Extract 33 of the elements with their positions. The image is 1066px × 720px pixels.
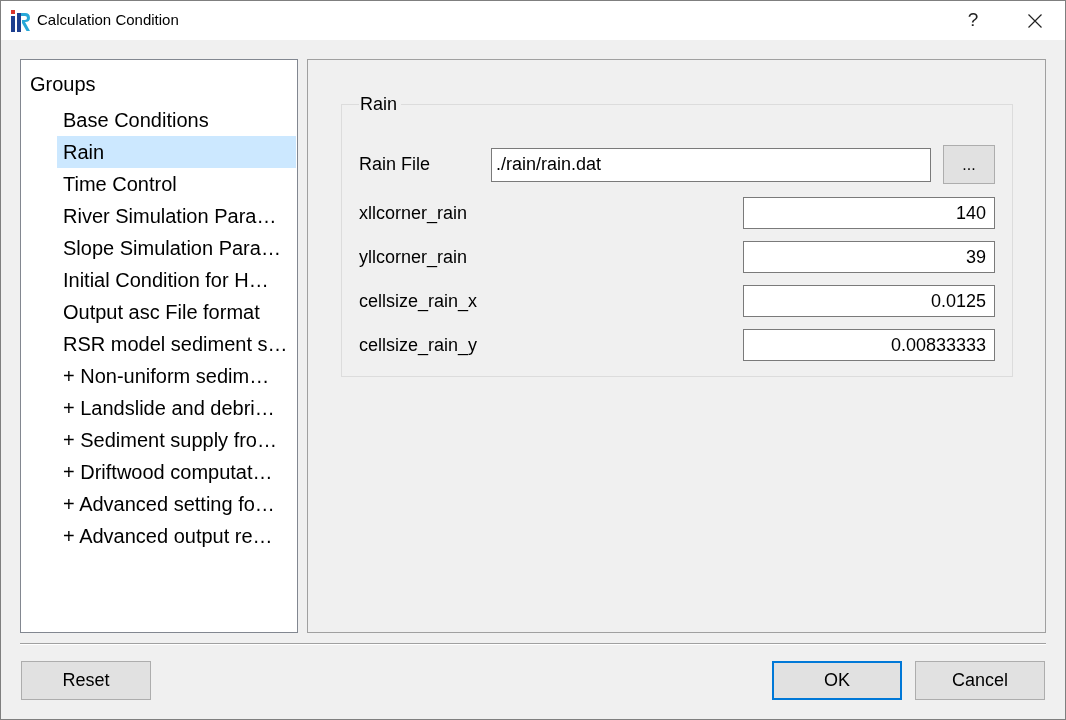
reset-button[interactable]: Reset xyxy=(21,661,151,700)
tree-item[interactable]: Rain xyxy=(57,136,296,168)
dialog-button[interactable]: Cancel xyxy=(915,661,1045,700)
tree-item[interactable]: River Simulation Para… xyxy=(57,200,296,232)
tree-root-item[interactable]: Groups xyxy=(21,68,297,100)
tree-item[interactable]: + Sediment supply fro… xyxy=(57,424,296,456)
app-logo-icon xyxy=(11,9,31,32)
tree-item[interactable]: RSR model sediment s… xyxy=(57,328,296,360)
number-field[interactable]: 39 xyxy=(743,241,995,273)
file-path-field[interactable]: ./rain/rain.dat xyxy=(491,147,931,182)
tree-item[interactable]: Base Conditions xyxy=(57,104,296,136)
number-field[interactable]: 140 xyxy=(743,197,995,229)
window-title: Calculation Condition xyxy=(37,10,179,31)
tree-item[interactable]: + Driftwood computat… xyxy=(57,456,296,488)
close-icon xyxy=(1028,13,1042,28)
tree-item[interactable]: + Advanced output re… xyxy=(57,520,296,552)
field-label: xllcorner_rain xyxy=(359,201,469,226)
field-label: cellsize_rain_x xyxy=(359,289,479,314)
field-label: yllcorner_rain xyxy=(359,245,469,270)
tree-item[interactable]: Initial Condition for H… xyxy=(57,264,296,296)
tree-item[interactable]: Slope Simulation Para… xyxy=(57,232,296,264)
field-label: cellsize_rain_y xyxy=(359,333,479,358)
help-button[interactable]: ? xyxy=(950,1,996,40)
number-field[interactable]: 0.00833333 xyxy=(743,329,995,361)
number-field[interactable]: 0.0125 xyxy=(743,285,995,317)
dialog-button[interactable]: OK xyxy=(772,661,902,700)
browse-button[interactable]: ... xyxy=(943,145,995,184)
tree-item[interactable]: Time Control xyxy=(57,168,296,200)
field-label: Rain File xyxy=(359,153,432,176)
tree-item[interactable]: + Advanced setting fo… xyxy=(57,488,296,520)
tree-item[interactable]: + Non-uniform sedim… xyxy=(57,360,296,392)
tree-item[interactable]: + Landslide and debri… xyxy=(57,392,296,424)
tree-item[interactable]: Output asc File format xyxy=(57,296,296,328)
